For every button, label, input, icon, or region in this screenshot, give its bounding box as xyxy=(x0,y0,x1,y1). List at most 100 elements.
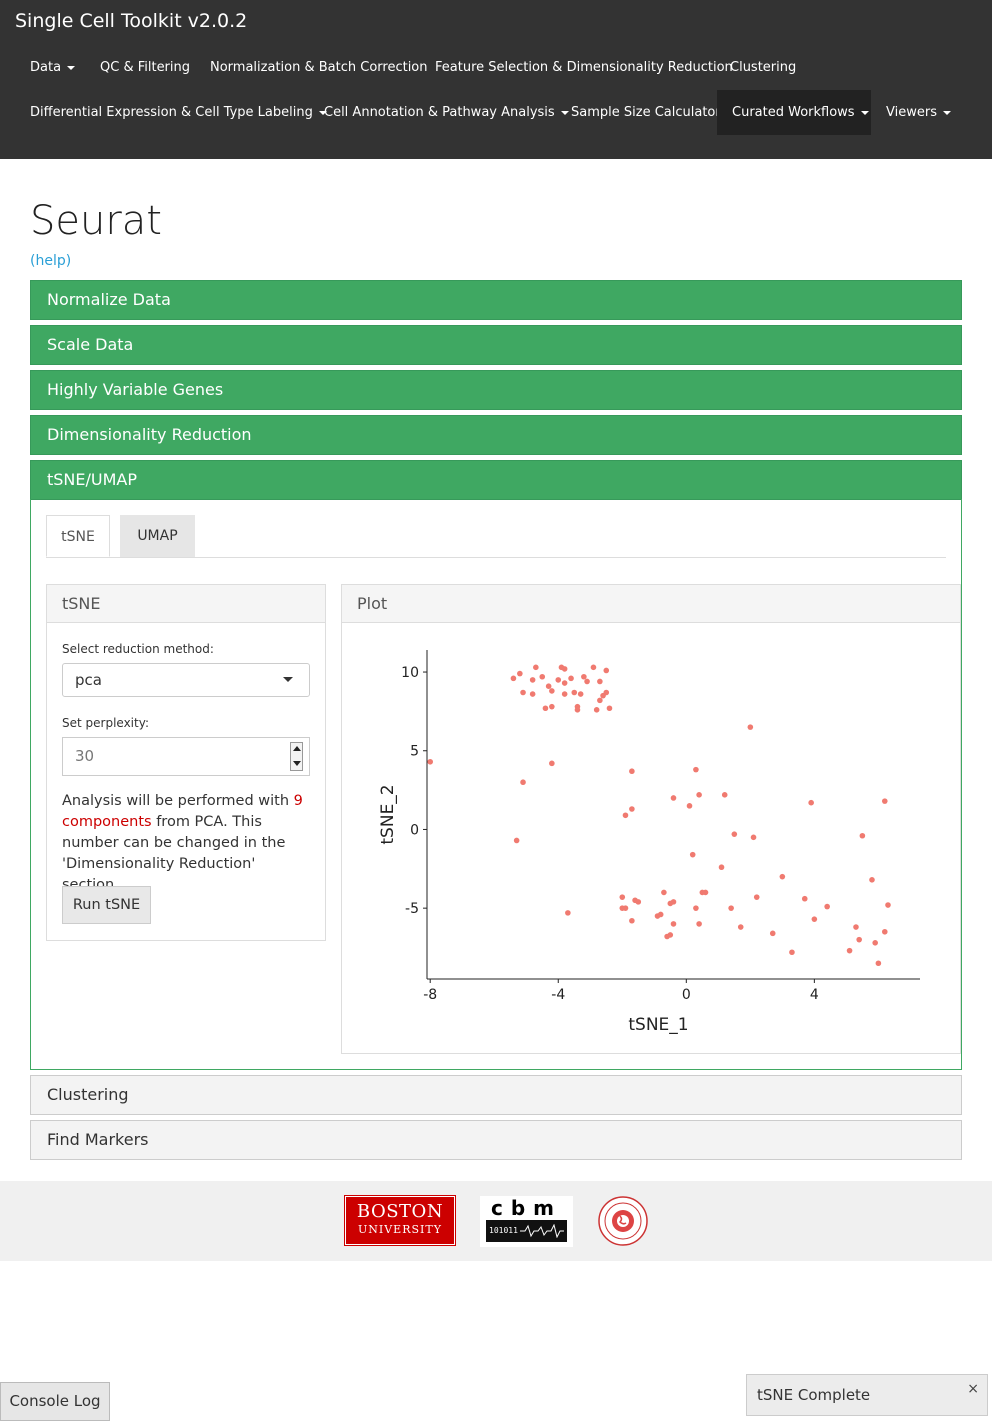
scatter-point xyxy=(629,917,635,924)
scatter-point xyxy=(561,666,568,672)
console-log-button[interactable]: Console Log xyxy=(0,1382,110,1421)
nav-curated-workflows[interactable]: Curated Workflows xyxy=(717,90,871,135)
scatter-point xyxy=(632,897,638,904)
reduction-method-label: Select reduction method: xyxy=(62,642,214,656)
app-title[interactable]: Single Cell Toolkit v2.0.2 xyxy=(15,10,247,32)
run-tsne-button[interactable]: Run tSNE xyxy=(62,886,151,924)
scatter-point xyxy=(574,707,581,713)
nav-normalization[interactable]: Normalization & Batch Correction xyxy=(195,45,443,90)
cbm-logo: cbm 101011 xyxy=(480,1196,573,1247)
scatter-point xyxy=(520,689,526,696)
scatter-point xyxy=(747,724,754,730)
scatter-point xyxy=(603,667,610,674)
waveform-icon xyxy=(520,1224,564,1238)
section-scale-data[interactable]: Scale Data xyxy=(30,325,962,365)
nav-feature-selection[interactable]: Feature Selection & Dimensionality Reduc… xyxy=(420,45,748,90)
scatter-point xyxy=(584,678,590,685)
scatter-point xyxy=(750,834,757,841)
section-tsne-umap[interactable]: tSNE/UMAP xyxy=(30,460,962,500)
tab-bar: tSNE UMAP xyxy=(46,515,946,558)
nav-differential-expression[interactable]: Differential Expression & Cell Type Labe… xyxy=(15,90,342,135)
scatter-point xyxy=(549,688,555,694)
plot-panel-title: Plot xyxy=(342,585,960,623)
scatter-point xyxy=(881,798,888,804)
tab-tsne[interactable]: tSNE xyxy=(46,515,110,557)
scatter-point xyxy=(539,673,546,680)
number-spinner[interactable] xyxy=(290,742,303,771)
scatter-point xyxy=(606,705,613,712)
section-dimensionality-reduction[interactable]: Dimensionality Reduction xyxy=(30,415,962,455)
scatter-point xyxy=(801,895,808,902)
close-icon[interactable]: × xyxy=(967,1369,979,1409)
nav-curated-label: Curated Workflows xyxy=(732,105,855,120)
reduction-method-select[interactable]: pca xyxy=(62,663,310,697)
nav-sample-size[interactable]: Sample Size Calculator xyxy=(556,90,736,135)
plot-panel: Plot -8 -4 0 4 -5 0 5 10 tSNE_1 tSNE_2 xyxy=(341,584,961,1054)
nav-qc-label: QC & Filtering xyxy=(100,60,191,75)
perplexity-label: Set perplexity: xyxy=(62,716,149,730)
y-tick-label: 0 xyxy=(410,822,419,838)
nav-cell-annotation[interactable]: Cell Annotation & Pathway Analysis xyxy=(309,90,584,135)
section-highly-variable-genes[interactable]: Highly Variable Genes xyxy=(30,370,962,410)
scatter-point xyxy=(600,692,606,699)
scatter-point xyxy=(869,877,875,883)
nav-data[interactable]: Data xyxy=(15,45,90,90)
tsne-panel-title: tSNE xyxy=(47,585,325,623)
nav-qc-filtering[interactable]: QC & Filtering xyxy=(85,45,205,90)
scatter-point xyxy=(555,677,562,683)
scatter-point xyxy=(629,806,635,812)
scatter-point xyxy=(549,703,555,710)
scatter-point xyxy=(581,673,587,680)
scatter-point xyxy=(859,832,866,839)
scatter-point xyxy=(856,936,862,943)
spin-up-icon[interactable] xyxy=(293,746,301,751)
scatter-point xyxy=(590,664,597,671)
scatter-point xyxy=(670,899,677,905)
scatter-point xyxy=(565,910,571,916)
nav-data-label: Data xyxy=(30,60,62,75)
boston-university-logo: BOSTON UNIVERSITY xyxy=(344,1195,456,1246)
scatter-point xyxy=(875,960,882,967)
perplexity-value: 30 xyxy=(75,747,95,765)
scatter-point xyxy=(702,889,709,896)
scatter-point xyxy=(529,691,536,697)
section-find-markers[interactable]: Find Markers xyxy=(30,1120,962,1160)
scatter-point xyxy=(737,924,744,930)
nav-de-label: Differential Expression & Cell Type Labe… xyxy=(30,105,313,120)
scatter-point xyxy=(561,691,568,697)
bu-logo-line1: BOSTON xyxy=(356,1201,444,1222)
scatter-point xyxy=(593,707,600,713)
scatter-point xyxy=(696,921,702,927)
nav-normalization-label: Normalization & Batch Correction xyxy=(210,60,428,75)
section-normalize-data[interactable]: Normalize Data xyxy=(30,280,962,320)
x-tick-label: 4 xyxy=(810,987,819,1003)
scatter-point xyxy=(513,837,520,844)
tab-umap[interactable]: UMAP xyxy=(120,515,195,557)
scatter-point xyxy=(622,812,629,819)
scatter-point xyxy=(846,947,853,954)
caret-down-icon xyxy=(67,65,76,70)
scatter-point xyxy=(696,792,702,798)
scatter-point xyxy=(689,851,696,858)
x-tick-label: 0 xyxy=(682,987,691,1003)
section-clustering[interactable]: Clustering xyxy=(30,1075,962,1115)
scatter-point xyxy=(728,905,734,911)
scatter-point xyxy=(718,864,725,871)
scatter-point xyxy=(622,905,629,911)
nav-clustering-label: Clustering xyxy=(730,60,797,75)
scatter-point xyxy=(731,831,738,837)
scatter-point xyxy=(670,795,677,801)
scatter-point xyxy=(597,678,603,685)
nav-viewers[interactable]: Viewers xyxy=(871,90,966,135)
spin-down-icon[interactable] xyxy=(293,761,301,766)
help-link[interactable]: (help) xyxy=(30,253,71,269)
y-tick-label: 10 xyxy=(401,665,419,681)
scatter-point xyxy=(881,928,888,935)
scatter-point xyxy=(872,939,878,946)
nav-viewers-label: Viewers xyxy=(886,105,937,120)
perplexity-input[interactable]: 30 xyxy=(62,737,310,776)
toast-message: tSNE Complete xyxy=(757,1386,871,1404)
bu-logo-line2: UNIVERSITY xyxy=(358,1223,442,1236)
x-tick-label: -8 xyxy=(423,987,437,1003)
nav-clustering[interactable]: Clustering xyxy=(715,45,811,90)
